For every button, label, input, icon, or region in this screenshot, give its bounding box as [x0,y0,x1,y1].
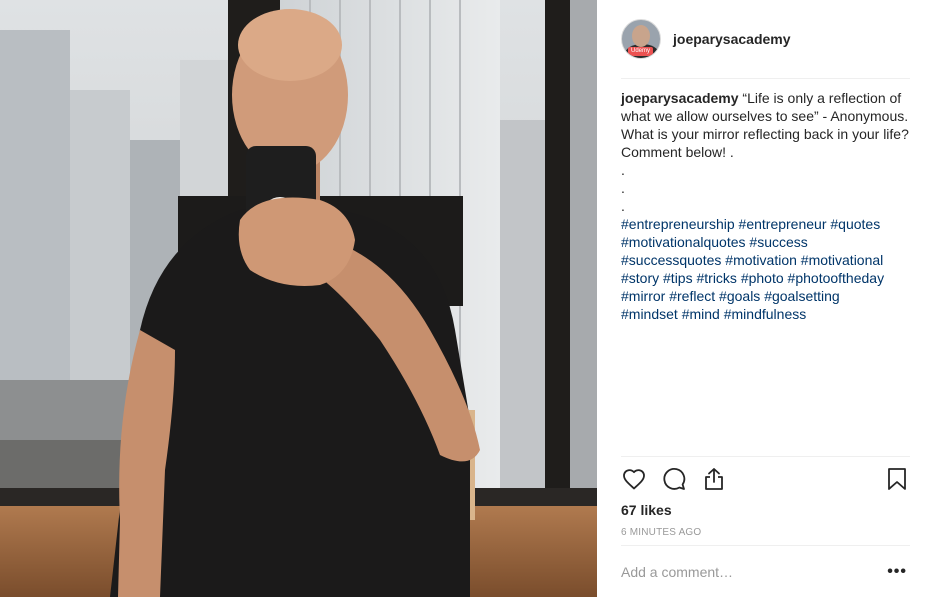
post-actions-section: 67 likes 6 MINUTES AGO [621,456,910,538]
hashtag-link[interactable]: #photo [741,270,784,286]
hashtag-link[interactable]: #mirror [621,288,665,304]
hashtag-link[interactable]: #photooftheday [788,270,885,286]
comment-input[interactable] [621,564,861,580]
caption-dot: . [621,198,625,214]
hashtag-link[interactable]: #motivationalquotes [621,234,746,250]
comment-bubble-icon[interactable] [661,466,687,492]
hashtag-link[interactable]: #motivation [725,252,797,268]
hashtag-link[interactable]: #mindfulness [724,306,807,322]
hashtag-link[interactable]: #mind [682,306,720,322]
likes-count[interactable]: 67 likes [621,502,910,518]
heart-icon[interactable] [621,466,647,492]
hashtag-list: #entrepreneurship #entrepreneur #quotes … [621,215,910,323]
caption: joeparysacademy “Life is only a reflecti… [621,79,910,444]
bookmark-icon[interactable] [884,466,910,492]
hashtag-link[interactable]: #mindset [621,306,678,322]
hashtag-link[interactable]: #motivational [801,252,884,268]
caption-dot: . [621,180,625,196]
action-bar-left [621,466,741,492]
hashtag-link[interactable]: #goals [719,288,760,304]
mirror-selfie-image [0,0,597,597]
caption-username-link[interactable]: joeparysacademy [621,90,739,106]
hashtag-link[interactable]: #quotes [830,216,880,232]
comment-bar: ••• [621,545,910,597]
avatar-face [632,25,650,47]
hashtag-link[interactable]: #reflect [669,288,715,304]
post-header: Udemy joeparysacademy [621,0,910,79]
hashtag-link[interactable]: #tips [663,270,693,286]
username-link[interactable]: joeparysacademy [673,31,791,47]
hashtag-link[interactable]: #story [621,270,659,286]
more-options-button[interactable]: ••• [887,563,910,581]
post-photo[interactable] [0,0,597,597]
avatar[interactable]: Udemy [621,19,661,59]
hashtag-link[interactable]: #goalsetting [764,288,840,304]
share-icon[interactable] [701,466,727,492]
hashtag-link[interactable]: #entrepreneurship [621,216,735,232]
post-timestamp[interactable]: 6 MINUTES AGO [621,527,910,538]
hashtag-link[interactable]: #successquotes [621,252,721,268]
hashtag-link[interactable]: #tricks [696,270,736,286]
hashtag-link[interactable]: #entrepreneur [739,216,827,232]
instagram-post: Udemy joeparysacademy joeparysacademy “L… [0,0,930,597]
avatar-badge: Udemy [628,47,654,56]
caption-dot: . [621,162,625,178]
post-sidebar: Udemy joeparysacademy joeparysacademy “L… [597,0,930,597]
action-bar [621,457,910,501]
hashtag-link[interactable]: #success [749,234,807,250]
